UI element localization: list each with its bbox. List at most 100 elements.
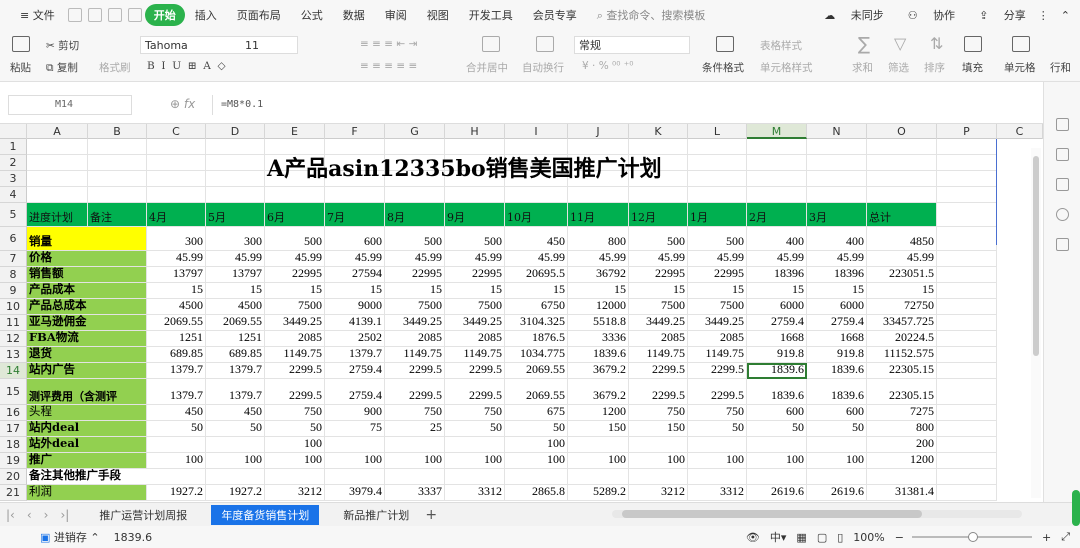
data-cell[interactable]: 45.99 [385, 251, 445, 267]
data-cell[interactable]: 31381.4 [867, 485, 937, 501]
data-cell[interactable]: 45.99 [688, 251, 747, 267]
column-header[interactable]: C [997, 124, 1043, 139]
data-cell[interactable]: 7275 [867, 405, 937, 421]
row-label[interactable]: FBA物流 [27, 331, 147, 347]
row-label[interactable]: 测评费用（含测评 [27, 379, 147, 405]
data-cell[interactable]: 27594 [325, 267, 385, 283]
data-cell[interactable] [325, 469, 385, 485]
data-cell[interactable]: 45.99 [807, 251, 867, 267]
grid-cell[interactable] [747, 139, 807, 155]
data-cell[interactable] [688, 469, 747, 485]
data-cell[interactable]: 2759.4 [325, 379, 385, 405]
data-cell[interactable] [568, 469, 629, 485]
fullscreen-icon[interactable]: ⤢ [1061, 530, 1070, 544]
data-cell[interactable]: 3449.25 [629, 315, 688, 331]
tab-data[interactable]: 数据 [333, 7, 375, 23]
data-cell[interactable]: 689.85 [147, 347, 206, 363]
header-cell[interactable]: 11月 [568, 203, 629, 227]
data-cell[interactable]: 800 [568, 227, 629, 251]
tab-member[interactable]: 会员专享 [523, 7, 587, 23]
data-cell[interactable]: 1927.2 [147, 485, 206, 501]
data-cell[interactable]: 750 [688, 405, 747, 421]
data-cell[interactable]: 50 [747, 421, 807, 437]
data-cell[interactable]: 22995 [688, 267, 747, 283]
data-cell[interactable]: 1379.7 [147, 363, 206, 379]
grid-cell[interactable] [147, 187, 206, 203]
data-cell[interactable]: 2299.5 [385, 363, 445, 379]
header-cell[interactable]: 9月 [445, 203, 505, 227]
data-cell[interactable]: 919.8 [807, 347, 867, 363]
data-cell[interactable]: 45.99 [568, 251, 629, 267]
grid-cell[interactable] [867, 139, 937, 155]
data-cell[interactable]: 2299.5 [265, 379, 325, 405]
header-cell[interactable]: 2月 [747, 203, 807, 227]
data-cell[interactable]: 45.99 [505, 251, 568, 267]
data-cell[interactable]: 1251 [206, 331, 265, 347]
eye-icon[interactable]: 👁 [746, 531, 760, 544]
sheet-title[interactable]: A产品asin12335bo销售美国推广计划 [267, 151, 662, 183]
grid-cell[interactable] [937, 139, 997, 155]
grid-cell[interactable] [937, 251, 997, 267]
grid-cell[interactable] [147, 171, 206, 187]
data-cell[interactable]: 33457.725 [867, 315, 937, 331]
data-cell[interactable]: 15 [265, 283, 325, 299]
data-cell[interactable]: 3979.4 [325, 485, 385, 501]
grid-cell[interactable] [747, 187, 807, 203]
data-cell[interactable]: 3449.25 [688, 315, 747, 331]
grid-cell[interactable] [505, 187, 568, 203]
grid-cell[interactable] [747, 171, 807, 187]
data-cell[interactable]: 600 [325, 227, 385, 251]
sort-button[interactable]: 排序 [924, 60, 945, 75]
row-label[interactable]: 产品总成本 [27, 299, 147, 315]
data-cell[interactable]: 13797 [206, 267, 265, 283]
data-cell[interactable]: 1200 [867, 453, 937, 469]
data-cell[interactable]: 1149.75 [688, 347, 747, 363]
data-cell[interactable]: 2759.4 [325, 363, 385, 379]
grid-cell[interactable] [27, 139, 88, 155]
data-cell[interactable]: 1839.6 [807, 363, 867, 379]
data-cell[interactable]: 300 [206, 227, 265, 251]
zoom-in-icon[interactable]: + [1042, 531, 1051, 544]
data-cell[interactable]: 4850 [867, 227, 937, 251]
column-header[interactable]: G [385, 124, 445, 139]
grid-cell[interactable] [27, 187, 88, 203]
data-cell[interactable]: 20695.5 [505, 267, 568, 283]
data-cell[interactable]: 800 [867, 421, 937, 437]
data-cell[interactable]: 2069.55 [147, 315, 206, 331]
data-cell[interactable]: 2299.5 [445, 363, 505, 379]
grid-cell[interactable] [937, 363, 997, 379]
header-cell[interactable]: 12月 [629, 203, 688, 227]
row-label[interactable]: 销量 [27, 227, 147, 251]
grid-cell[interactable] [568, 187, 629, 203]
grid-cell[interactable] [937, 379, 997, 405]
data-cell[interactable]: 100 [688, 453, 747, 469]
header-cell[interactable]: 1月 [688, 203, 747, 227]
fill-button[interactable]: 填充 [962, 60, 983, 75]
merge-icon[interactable] [482, 36, 500, 52]
data-cell[interactable]: 2085 [629, 331, 688, 347]
data-cell[interactable]: 1379.7 [325, 347, 385, 363]
data-cell[interactable]: 4139.1 [325, 315, 385, 331]
save-icon[interactable] [67, 8, 82, 22]
data-cell[interactable]: 45.99 [445, 251, 505, 267]
redo-icon[interactable] [127, 8, 142, 22]
number-format-select[interactable]: 常规 [574, 36, 690, 54]
paste-button[interactable]: 粘贴 [10, 60, 31, 75]
column-header[interactable]: B [88, 124, 147, 139]
data-cell[interactable]: 100 [629, 453, 688, 469]
row-header[interactable]: 2 [0, 155, 27, 171]
grid-cell[interactable] [265, 187, 325, 203]
zoom-slider[interactable] [911, 532, 1032, 542]
grid-cell[interactable] [325, 187, 385, 203]
table-style-button[interactable]: 表格样式 [760, 38, 802, 53]
format-buttons[interactable]: B I U ⊞ A ◇ [147, 60, 226, 72]
page-view-icon[interactable]: ▢ [817, 531, 827, 544]
row-label[interactable]: 价格 [27, 251, 147, 267]
formula-input[interactable]: =M8*0.1 [212, 95, 1042, 115]
row-header[interactable]: 21 [0, 485, 27, 501]
font-size-select[interactable]: 11 [245, 39, 259, 52]
grid-cell[interactable] [937, 299, 997, 315]
data-cell[interactable]: 50 [445, 421, 505, 437]
grid-cell[interactable] [88, 187, 147, 203]
grid-cell[interactable] [937, 155, 997, 171]
